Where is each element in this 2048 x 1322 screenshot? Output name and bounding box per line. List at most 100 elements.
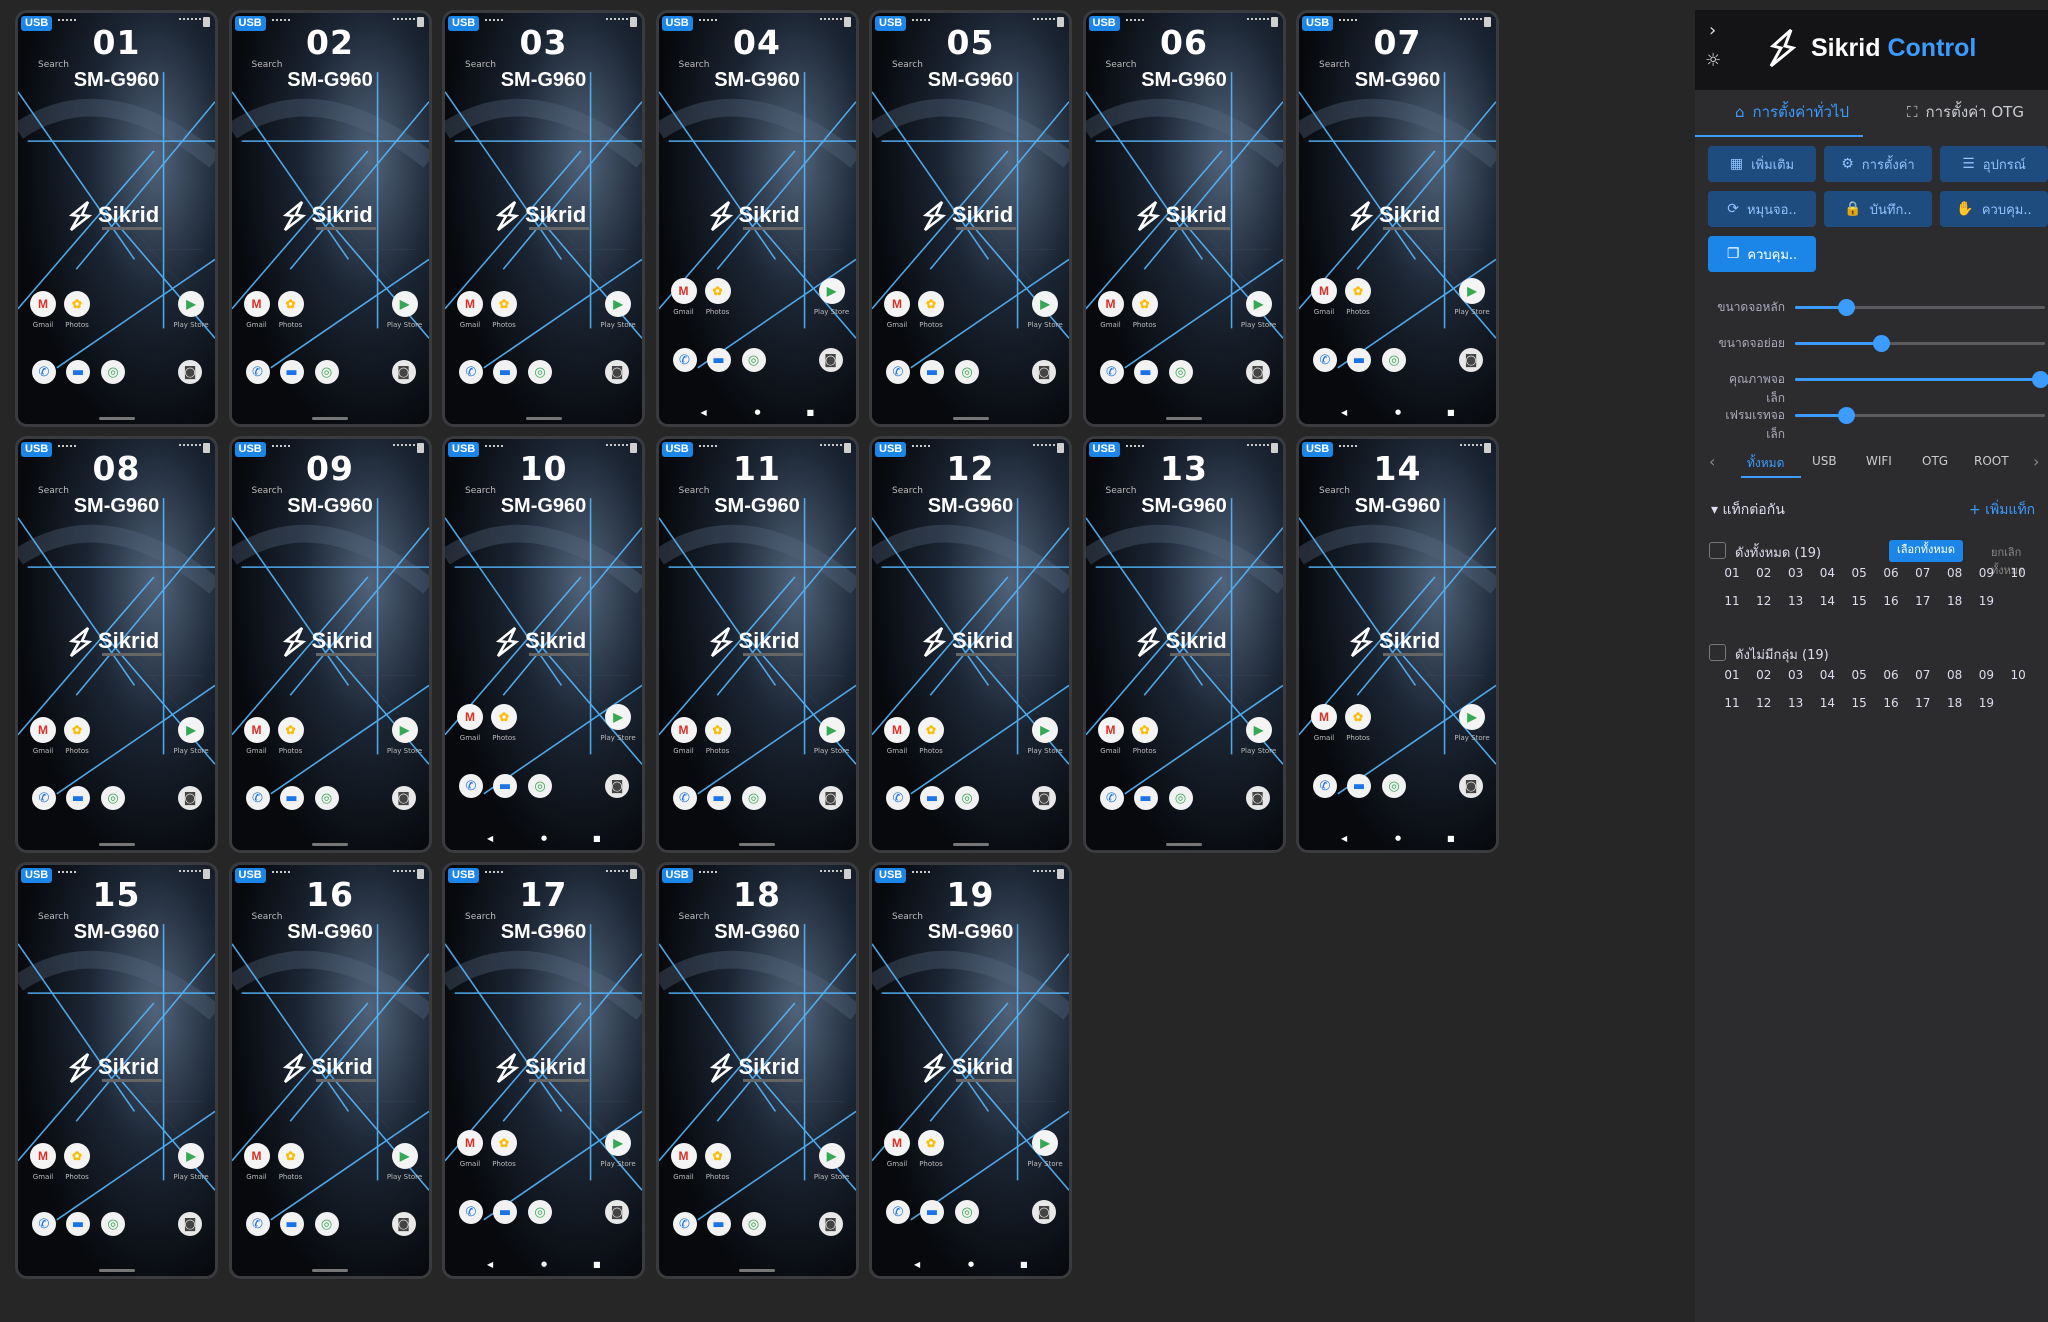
play-store-icon[interactable]: ▶: [818, 1143, 845, 1169]
chevron-right-icon[interactable]: ›: [1709, 20, 1716, 41]
filter-tab-root[interactable]: ROOT: [1974, 454, 2009, 468]
device-chip[interactable]: 12: [1749, 594, 1779, 620]
camera-icon[interactable]: ◙: [1032, 1200, 1056, 1224]
chrome-icon[interactable]: ◎: [528, 360, 552, 384]
device-chip[interactable]: 11: [1717, 696, 1747, 722]
messages-icon[interactable]: ▬: [493, 360, 517, 384]
brightness-icon[interactable]: ☼: [1705, 50, 1721, 71]
phone-icon[interactable]: ✆: [1099, 360, 1124, 384]
home-icon[interactable]: ●: [755, 408, 761, 416]
phone-icon[interactable]: ✆: [32, 786, 56, 810]
phone-icon[interactable]: ✆: [1313, 774, 1337, 798]
gmail-icon[interactable]: M: [457, 1130, 483, 1156]
device-chip[interactable]: 09: [1971, 566, 2001, 592]
play-store-icon[interactable]: ▶: [1459, 278, 1485, 304]
group-section-title[interactable]: ▾ แท็กต่อกัน: [1711, 499, 1785, 521]
photos-icon[interactable]: ✿: [64, 291, 90, 317]
messages-icon[interactable]: ▬: [1133, 786, 1158, 810]
gmail-icon[interactable]: M: [1311, 704, 1337, 730]
chrome-icon[interactable]: ◎: [1382, 348, 1406, 372]
photos-icon[interactable]: ✿: [918, 717, 944, 743]
back-icon[interactable]: ◀: [1341, 834, 1347, 843]
phone-icon[interactable]: ✆: [886, 1200, 910, 1224]
play-store-icon[interactable]: ▶: [605, 704, 631, 730]
device-chip[interactable]: 14: [1812, 594, 1842, 620]
camera-icon[interactable]: ◙: [1032, 786, 1056, 810]
camera-icon[interactable]: ◙: [605, 360, 629, 384]
more-button[interactable]: ▦ เพิ่มเติม: [1708, 146, 1816, 182]
phone-icon[interactable]: ✆: [886, 786, 910, 810]
messages-icon[interactable]: ▬: [66, 360, 90, 384]
device-chip[interactable]: 08: [1940, 566, 1970, 592]
photos-icon[interactable]: ✿: [1131, 717, 1158, 743]
small-screen-framerate-slider[interactable]: [1795, 407, 2045, 424]
gmail-icon[interactable]: M: [457, 704, 483, 730]
messages-icon[interactable]: ▬: [706, 348, 731, 372]
phone-device-06[interactable]: USB 06 Search SM-G960 Sikrid M Gmail ✿ Photos ▶ Pl…: [1082, 10, 1286, 427]
chrome-icon[interactable]: ◎: [101, 360, 125, 384]
phone-icon[interactable]: ✆: [1313, 348, 1337, 372]
phone-device-14[interactable]: USB 14 Search SM-G960 Sikrid M Gmail ✿ Photos ▶ Pl…: [1296, 436, 1499, 853]
device-chip[interactable]: 12: [1749, 696, 1779, 722]
phone-device-08[interactable]: USB 08 Search SM-G960 Sikrid M Gmail ✿ Photos ▶ Pl…: [15, 436, 218, 853]
messages-icon[interactable]: ▬: [1133, 360, 1158, 384]
chrome-icon[interactable]: ◎: [314, 786, 339, 810]
recents-icon[interactable]: ■: [807, 408, 815, 417]
device-chip[interactable]: 03: [1781, 668, 1811, 694]
gmail-icon[interactable]: M: [1097, 291, 1124, 317]
phone-icon[interactable]: ✆: [32, 1212, 56, 1236]
filter-tab-wifi[interactable]: WIFI: [1866, 454, 1892, 468]
device-chip[interactable]: 07: [1908, 668, 1938, 694]
device-chip[interactable]: 03: [1781, 566, 1811, 592]
phone-device-02[interactable]: USB 02 Search SM-G960 Sikrid M Gmail ✿ Photos ▶ Pl…: [228, 10, 432, 427]
play-store-icon[interactable]: ▶: [605, 1130, 631, 1156]
record-button[interactable]: 🔒 บันทึก..: [1824, 191, 1932, 227]
group-checkbox[interactable]: [1709, 644, 1726, 661]
device-chip[interactable]: 18: [1940, 594, 1970, 620]
camera-icon[interactable]: ◙: [178, 1212, 202, 1236]
phone-icon[interactable]: ✆: [672, 348, 697, 372]
phone-icon[interactable]: ✆: [459, 774, 483, 798]
play-store-icon[interactable]: ▶: [818, 717, 845, 743]
phone-icon[interactable]: ✆: [672, 786, 697, 810]
play-store-icon[interactable]: ▶: [1032, 291, 1058, 317]
photos-icon[interactable]: ✿: [277, 1143, 304, 1169]
photos-icon[interactable]: ✿: [918, 1130, 944, 1156]
filter-tab-usb[interactable]: USB: [1812, 454, 1837, 468]
select-all-button[interactable]: เลือกทั้งหมด: [1889, 540, 1964, 562]
phone-icon[interactable]: ✆: [1099, 786, 1124, 810]
phone-device-15[interactable]: USB 15 Search SM-G960 Sikrid M Gmail ✿ Photos ▶ Pl…: [15, 862, 218, 1279]
phone-device-16[interactable]: USB 16 Search SM-G960 Sikrid M Gmail ✿ Photos ▶ Pl…: [228, 862, 432, 1279]
camera-icon[interactable]: ◙: [391, 786, 416, 810]
gmail-icon[interactable]: M: [884, 1130, 910, 1156]
play-store-icon[interactable]: ▶: [1245, 291, 1272, 317]
camera-icon[interactable]: ◙: [1032, 360, 1056, 384]
slider-handle[interactable]: [1873, 335, 1890, 352]
messages-icon[interactable]: ▬: [706, 1212, 731, 1236]
gmail-icon[interactable]: M: [30, 1143, 56, 1169]
gesture-bar[interactable]: [1166, 417, 1202, 420]
group-checkbox[interactable]: [1709, 542, 1726, 559]
photos-icon[interactable]: ✿: [1131, 291, 1158, 317]
home-icon[interactable]: ●: [1395, 408, 1401, 416]
recents-icon[interactable]: ■: [593, 834, 601, 843]
messages-icon[interactable]: ▬: [1347, 348, 1371, 372]
camera-icon[interactable]: ◙: [818, 348, 843, 372]
gesture-bar[interactable]: [952, 843, 989, 846]
home-icon[interactable]: ●: [541, 1260, 547, 1268]
play-store-icon[interactable]: ▶: [1245, 717, 1272, 743]
chrome-icon[interactable]: ◎: [314, 360, 339, 384]
back-icon[interactable]: ◀: [487, 834, 493, 843]
photos-icon[interactable]: ✿: [704, 1143, 731, 1169]
messages-icon[interactable]: ▬: [920, 786, 944, 810]
chrome-icon[interactable]: ◎: [528, 774, 552, 798]
gmail-icon[interactable]: M: [670, 278, 697, 304]
gesture-bar[interactable]: [312, 417, 348, 420]
camera-icon[interactable]: ◙: [1245, 360, 1270, 384]
device-chip[interactable]: 15: [1844, 696, 1874, 722]
device-chip[interactable]: 13: [1781, 696, 1811, 722]
recents-icon[interactable]: ■: [593, 1260, 601, 1269]
gmail-icon[interactable]: M: [670, 717, 697, 743]
camera-icon[interactable]: ◙: [391, 1212, 416, 1236]
messages-icon[interactable]: ▬: [493, 774, 517, 798]
